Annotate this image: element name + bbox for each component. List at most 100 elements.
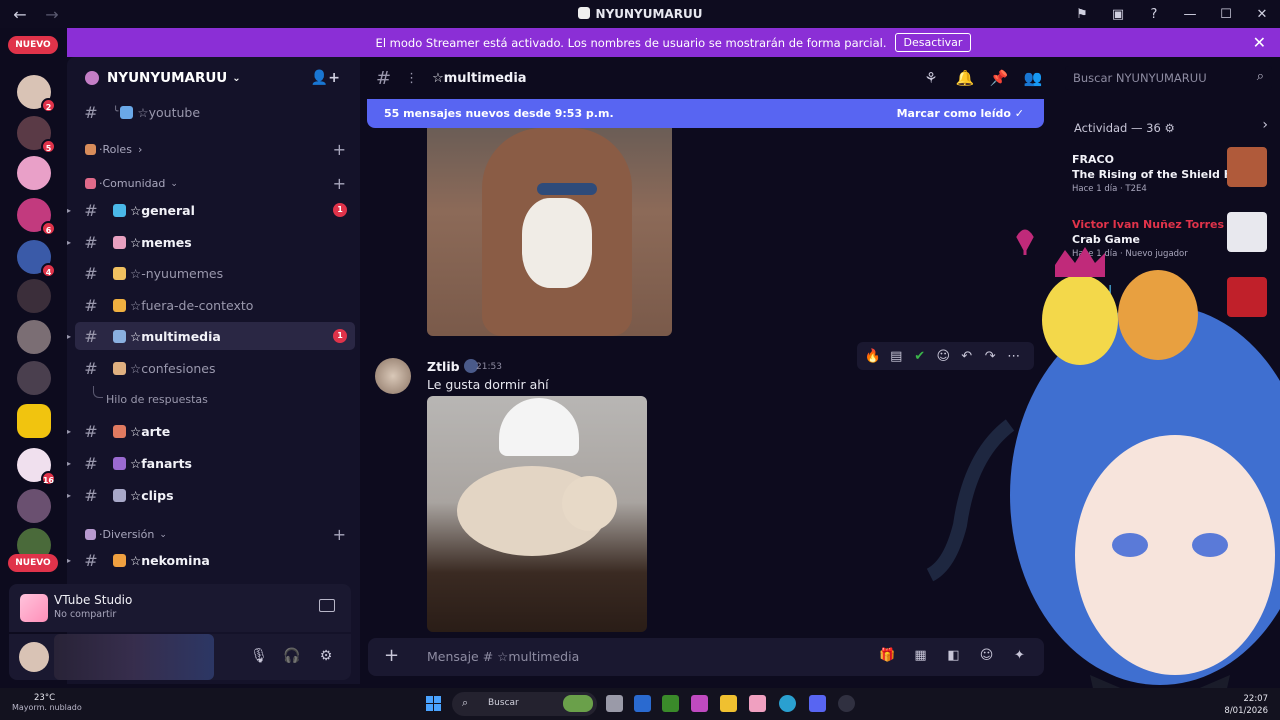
- search-input[interactable]: Buscar NYUNYUMARUU ⌕: [1065, 66, 1272, 90]
- gift-icon[interactable]: 🎁: [871, 648, 904, 663]
- hash-icon: #: [84, 263, 98, 283]
- channel-item[interactable]: ▸ # ☆general 1: [67, 196, 355, 224]
- chevron-right-icon[interactable]: ›: [1262, 117, 1268, 133]
- category-roles[interactable]: ·Roles ›: [85, 143, 142, 156]
- close-button[interactable]: ✕: [1244, 7, 1280, 22]
- maximize-button[interactable]: ☐: [1208, 7, 1244, 22]
- gear-icon[interactable]: ⚙: [317, 648, 335, 666]
- channel-item[interactable]: ▸ # ☆nekomina: [67, 546, 355, 574]
- add-channel-icon[interactable]: +: [333, 525, 346, 544]
- pin-icon[interactable]: 📌: [982, 69, 1016, 87]
- inbox-flag-icon[interactable]: ⚑: [1064, 7, 1100, 22]
- close-banner-icon[interactable]: ✕: [1253, 33, 1266, 52]
- discord-icon[interactable]: [809, 695, 826, 712]
- server-icon[interactable]: [17, 489, 51, 523]
- stream-icon[interactable]: ▣: [1100, 7, 1136, 22]
- rainbow-flag-reaction-icon[interactable]: ▤: [885, 349, 909, 364]
- store-icon[interactable]: [634, 695, 651, 712]
- channel-item[interactable]: # ☆confesiones: [75, 354, 355, 382]
- new-badge: NUEVO: [8, 554, 58, 572]
- mark-as-read-button[interactable]: Marcar como leído ✓: [897, 107, 1024, 120]
- channel-item[interactable]: ▸ # ☆memes: [67, 228, 355, 256]
- windows-start-icon[interactable]: [426, 696, 441, 711]
- add-channel-icon[interactable]: +: [333, 140, 346, 159]
- message-author[interactable]: Ztlib: [427, 359, 478, 374]
- weather-widget[interactable]: 23°C Mayorm. nublado: [12, 693, 82, 712]
- gif-icon[interactable]: ▦: [904, 648, 937, 663]
- gear-icon[interactable]: ⚙: [1164, 121, 1174, 135]
- file-explorer-icon[interactable]: [720, 695, 737, 712]
- new-messages-bar[interactable]: 55 mensajes nuevos desde 9:53 p.m. Marca…: [367, 99, 1044, 128]
- back-arrow-icon[interactable]: ←: [0, 5, 40, 24]
- copilot-icon[interactable]: [691, 695, 708, 712]
- activity-item[interactable]: Victor Ivan Nuñez Torres Crab Game Hace …: [1072, 212, 1280, 259]
- channel-item[interactable]: ▸ # ☆multimedia 1: [67, 322, 355, 350]
- expand-arrow-icon: ▸: [67, 555, 72, 565]
- channel-label: ☆-nyuumemes: [130, 265, 224, 281]
- more-icon[interactable]: ⋯: [1002, 349, 1026, 364]
- emoji-icon[interactable]: ☺: [970, 648, 1003, 663]
- taskbar-search[interactable]: ⌕ Buscar: [452, 692, 597, 716]
- server-icon[interactable]: [17, 156, 51, 190]
- channel-item[interactable]: ▸ # ☆arte: [67, 417, 355, 445]
- server-header[interactable]: NYUNYUMARUU ⌄ 👤+: [67, 57, 360, 99]
- server-icon[interactable]: [17, 320, 51, 354]
- reply-icon[interactable]: ↶: [955, 349, 979, 364]
- add-attachment-icon[interactable]: +: [384, 645, 399, 666]
- apps-icon[interactable]: ✦: [1003, 648, 1036, 663]
- channel-youtube[interactable]: # ╰ ☆youtube: [75, 98, 355, 126]
- invite-people-icon[interactable]: 👤+: [311, 70, 340, 86]
- server-icon[interactable]: 16: [17, 448, 56, 486]
- message-image-cat[interactable]: [427, 396, 647, 632]
- microphone-icon[interactable]: 🎙: [250, 648, 268, 666]
- server-icon[interactable]: [17, 279, 51, 313]
- obs-icon[interactable]: [838, 695, 855, 712]
- fire-reaction-icon[interactable]: 🔥: [861, 349, 885, 364]
- category-diversion[interactable]: ·Diversión ⌄: [85, 528, 167, 541]
- help-icon[interactable]: ?: [1136, 7, 1172, 22]
- server-icon[interactable]: 4: [17, 240, 56, 278]
- stream-share-icon[interactable]: [319, 599, 335, 612]
- channel-item[interactable]: ▸ # ☆clips: [67, 481, 355, 509]
- headphones-icon[interactable]: 🎧: [283, 648, 301, 666]
- forward-icon[interactable]: ↷: [979, 349, 1003, 364]
- avatar[interactable]: [375, 358, 411, 394]
- vtube-studio-icon[interactable]: [749, 695, 766, 712]
- message-composer[interactable]: + Mensaje # ☆multimedia 🎁 ▦ ◧ ☺ ✦: [368, 638, 1044, 676]
- hash-icon: #: [84, 485, 98, 505]
- members-icon[interactable]: 👥: [1016, 69, 1050, 87]
- server-icon[interactable]: [17, 404, 51, 438]
- channel-emoji: [113, 361, 126, 375]
- server-icon[interactable]: [17, 361, 51, 395]
- hash-icon: #: [84, 453, 98, 473]
- check-reaction-icon[interactable]: ✔: [908, 349, 932, 364]
- message-image-dog[interactable]: [427, 128, 672, 336]
- message-input[interactable]: Mensaje # ☆multimedia: [427, 649, 579, 664]
- minimize-button[interactable]: —: [1172, 7, 1208, 22]
- category-comunidad[interactable]: ·Comunidad ⌄: [85, 177, 178, 190]
- server-icon[interactable]: 6: [17, 198, 56, 236]
- channel-emoji: [113, 329, 126, 343]
- forward-arrow-icon[interactable]: →: [40, 5, 64, 24]
- system-clock[interactable]: 22:07 8/01/2026: [1224, 693, 1268, 717]
- avatar[interactable]: [19, 642, 49, 672]
- add-reaction-icon[interactable]: ☺: [932, 349, 956, 364]
- channel-emoji: [113, 424, 126, 438]
- add-channel-icon[interactable]: +: [333, 174, 346, 193]
- bell-icon[interactable]: 🔔: [948, 69, 982, 87]
- server-icon[interactable]: 2: [17, 75, 56, 113]
- channel-item[interactable]: # ☆-nyuumemes: [75, 259, 355, 287]
- channel-item[interactable]: ▸ # ☆fanarts: [67, 449, 355, 477]
- edge-icon[interactable]: [779, 695, 796, 712]
- disable-streamer-button[interactable]: Desactivar: [894, 33, 972, 52]
- threads-icon[interactable]: ⚘: [914, 69, 948, 87]
- task-view-icon[interactable]: [606, 695, 623, 712]
- sticker-icon[interactable]: ◧: [937, 648, 970, 663]
- activity-item[interactable]: drian |: [1072, 277, 1280, 317]
- server-icon[interactable]: 5: [17, 116, 56, 154]
- ribbon: [926, 419, 1015, 582]
- thread-hilo-de-respuestas[interactable]: Hilo de respuestas: [106, 393, 208, 406]
- activity-item[interactable]: FRACO The Rising of the Shield Hero Hace…: [1072, 147, 1280, 194]
- minecraft-icon[interactable]: [662, 695, 679, 712]
- channel-item[interactable]: # ☆fuera-de-contexto: [75, 291, 355, 319]
